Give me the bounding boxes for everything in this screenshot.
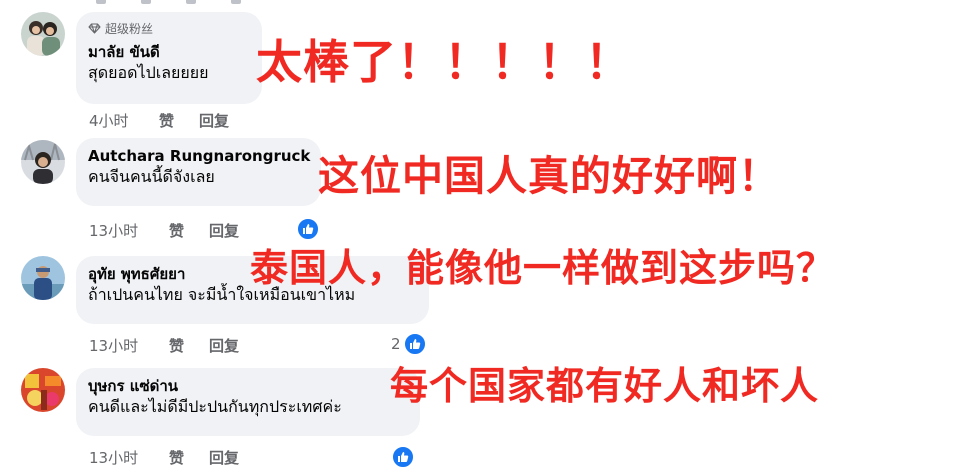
commenter-name[interactable]: Autchara Rungnarongruck — [88, 146, 310, 166]
like-button[interactable]: 赞 — [169, 335, 209, 356]
reaction-count: 2 — [391, 335, 401, 353]
reaction-summary[interactable] — [296, 217, 320, 241]
comment-actions: 13小时 赞 回复 — [89, 335, 239, 356]
previous-comment-actions-cutoff — [96, 0, 241, 4]
reply-button[interactable]: 回复 — [209, 447, 239, 468]
overlay-caption: 这位中国人真的好好啊！ — [318, 152, 780, 200]
comment-timestamp[interactable]: 13小时 — [89, 220, 169, 241]
avatar[interactable] — [21, 368, 65, 412]
comment-text: สุดยอดไปเลยยยย — [88, 63, 209, 82]
comment-bubble: 超级粉丝 มาลัย ขันดี สุดยอดไปเลยยยย — [76, 12, 262, 104]
comment-text: คนดีและไม่ดีมีปะปนกันทุกประเทศค่ะ — [88, 397, 342, 416]
like-button[interactable]: 赞 — [169, 220, 209, 241]
avatar[interactable] — [21, 140, 65, 184]
diamond-icon — [88, 22, 101, 34]
comment-timestamp[interactable]: 4小时 — [89, 110, 159, 131]
comment-text: คนจีนคนนี้ดีจังเลย — [88, 167, 215, 186]
badge-label: 超级粉丝 — [105, 21, 154, 36]
overlay-caption: 每个国家都有好人和坏人 — [390, 364, 820, 408]
like-button[interactable]: 赞 — [169, 447, 209, 468]
reaction-summary[interactable]: 2 — [391, 332, 427, 356]
top-fan-badge: 超级粉丝 — [88, 20, 250, 36]
comment-actions: 4小时 赞 回复 — [89, 110, 229, 131]
reply-button[interactable]: 回复 — [199, 110, 229, 131]
thumbs-up-icon — [391, 445, 415, 469]
commenter-name[interactable]: บุษกร แซ่ด่าน — [88, 376, 408, 396]
reply-button[interactable]: 回复 — [209, 335, 239, 356]
reply-button[interactable]: 回复 — [209, 220, 239, 241]
comment-actions: 13小时 赞 回复 — [89, 220, 239, 241]
commenter-name[interactable]: มาลัย ขันดี — [88, 42, 250, 62]
comment-bubble: Autchara Rungnarongruck คนจีนคนนี้ดีจังเ… — [76, 138, 321, 206]
avatar[interactable] — [21, 12, 65, 56]
comment-timestamp[interactable]: 13小时 — [89, 447, 169, 468]
comment-timestamp[interactable]: 13小时 — [89, 335, 169, 356]
thumbs-up-icon — [296, 217, 320, 241]
overlay-caption: 泰国人，能像他一样做到这步吗？ — [250, 246, 836, 290]
thumbs-up-icon — [402, 332, 427, 356]
comment-bubble: บุษกร แซ่ด่าน คนดีและไม่ดีมีปะปนกันทุกปร… — [76, 368, 420, 436]
avatar[interactable] — [21, 256, 65, 300]
comment-actions: 13小时 赞 回复 — [89, 447, 239, 468]
reaction-summary[interactable] — [391, 445, 415, 469]
like-button[interactable]: 赞 — [159, 110, 199, 131]
overlay-caption: 太棒了！！！！！ — [256, 35, 632, 89]
